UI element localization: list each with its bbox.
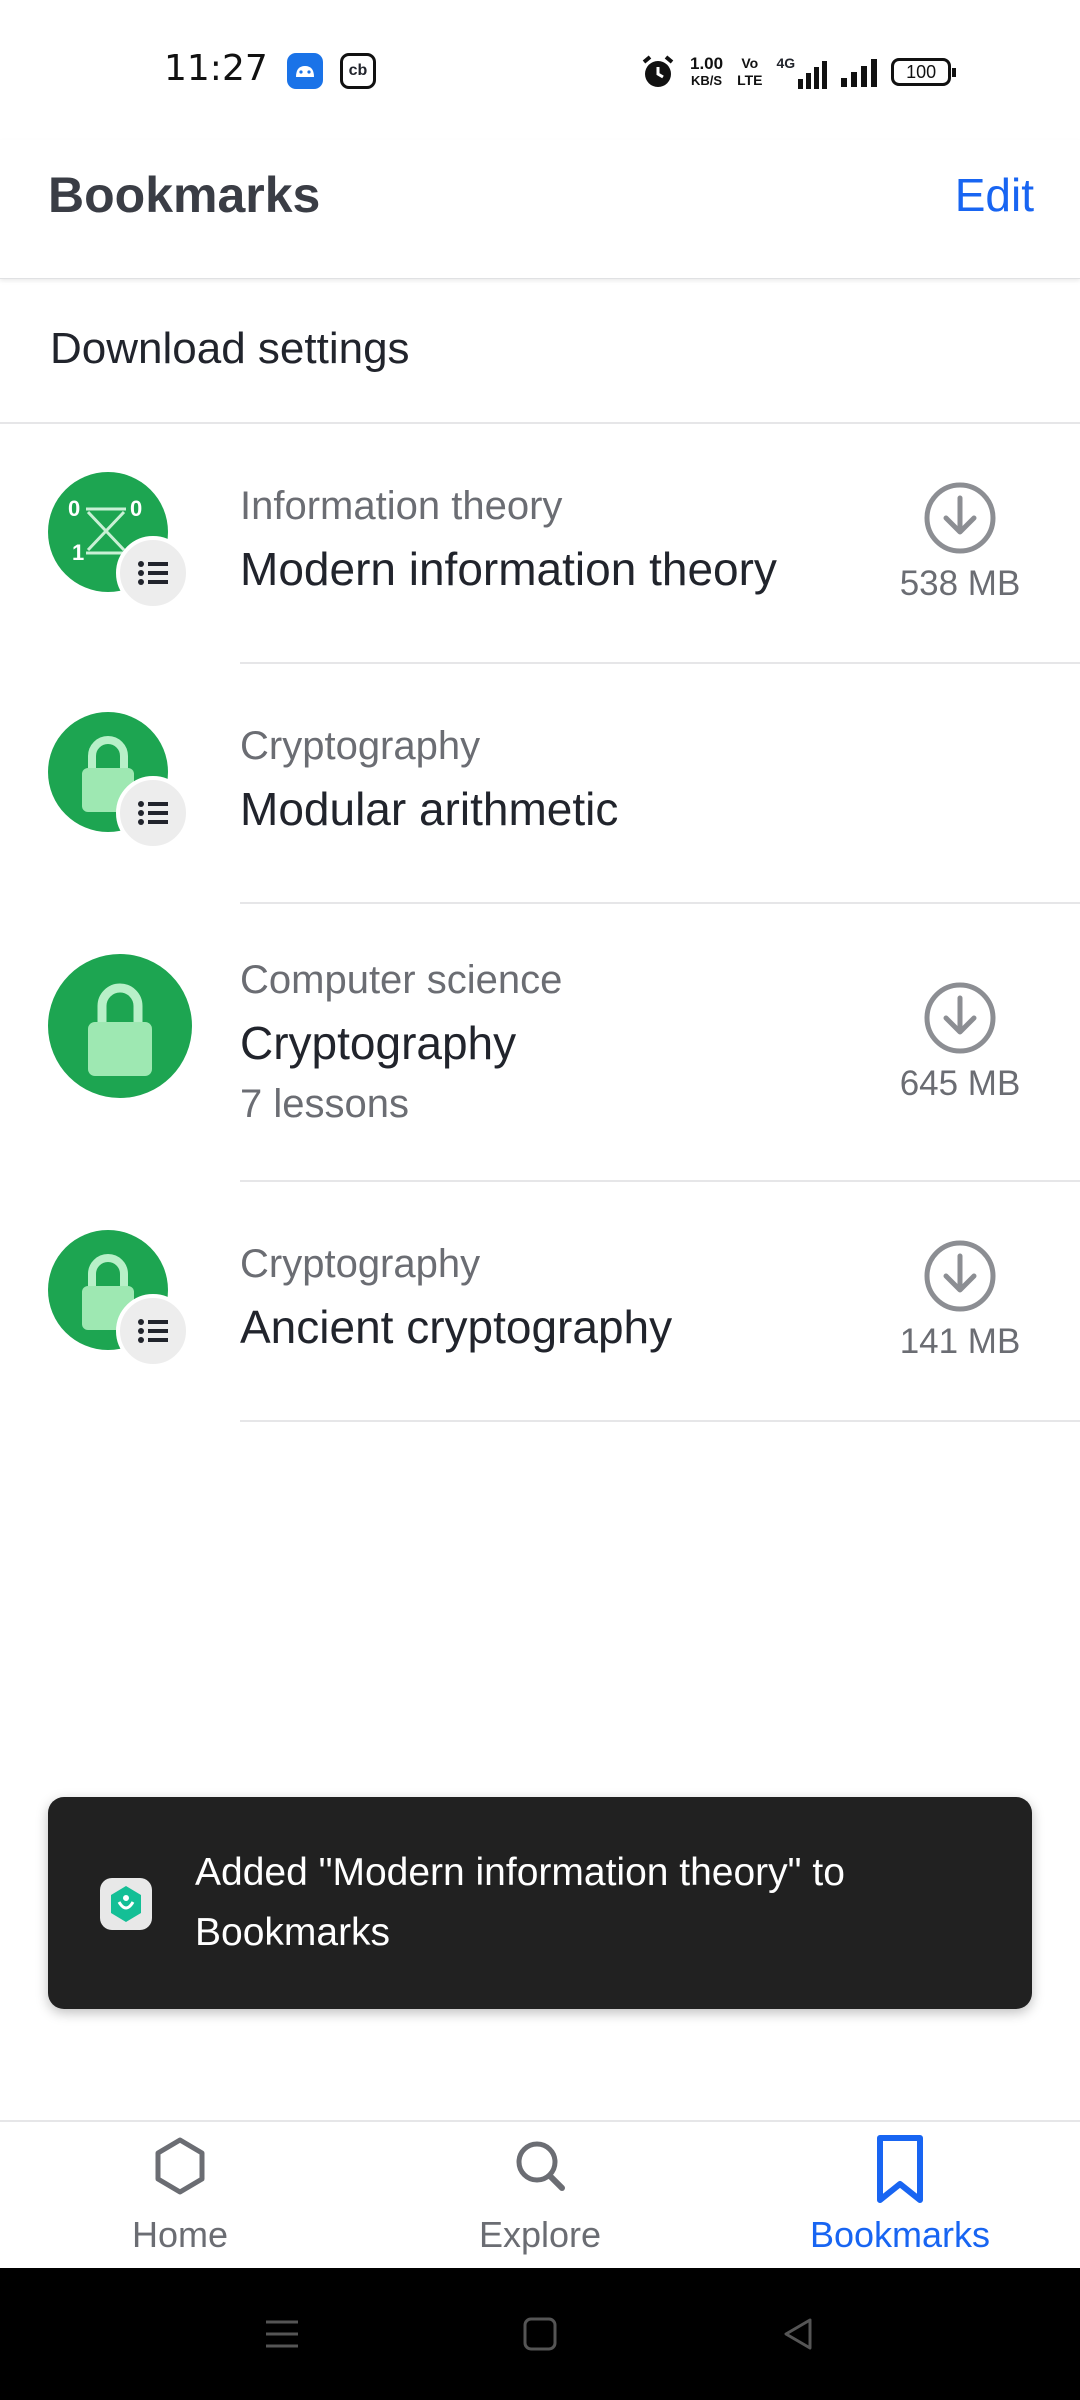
- mobile-data-icon: 4G: [777, 55, 828, 89]
- nav-explore[interactable]: Explore: [360, 2122, 720, 2270]
- search-icon: [516, 2141, 565, 2191]
- svg-text:0: 0: [68, 496, 80, 521]
- nav-bookmarks[interactable]: Bookmarks: [720, 2122, 1080, 2270]
- snackbar-message: Added "Modern information theory" to Boo…: [195, 1851, 845, 1954]
- download-icon: [924, 1240, 996, 1312]
- back-icon[interactable]: [778, 2314, 818, 2354]
- page-title: Bookmarks: [48, 167, 321, 223]
- status-icons: 1.00 KB/S Vo LTE 4G 100: [640, 50, 957, 94]
- net-speed: 1.00 KB/S: [690, 55, 723, 89]
- edit-button[interactable]: Edit: [955, 168, 1034, 222]
- khan-academy-logo-icon: [100, 1878, 152, 1930]
- download-icon: [924, 482, 996, 554]
- item-title: Cryptography: [240, 1017, 517, 1069]
- download-size: 141 MB: [899, 1322, 1021, 1361]
- download-size: 645 MB: [899, 1064, 1021, 1103]
- signal-icon: [841, 57, 878, 87]
- nav-bookmarks-label: Bookmarks: [809, 2214, 991, 2255]
- item-title: Ancient cryptography: [240, 1301, 673, 1353]
- list-item[interactable]: 0 0 1 Information theory Modern informat…: [0, 424, 1080, 664]
- status-bar: 11:27 cb 1.00 KB/S Vo LTE 4G 100: [0, 0, 1080, 140]
- divider: [240, 1420, 1080, 1422]
- bookmark-icon: [877, 2135, 923, 2203]
- list-badge-icon: [116, 1294, 190, 1368]
- nav-explore-label: Explore: [478, 2214, 602, 2255]
- list-badge-icon: [116, 776, 190, 850]
- item-subtitle: Information theory: [240, 484, 563, 528]
- battery-icon: 100: [891, 58, 957, 86]
- menu-icon[interactable]: [262, 2314, 302, 2354]
- nav-home[interactable]: Home: [0, 2122, 360, 2270]
- download-button[interactable]: 645 MB: [880, 980, 1040, 1104]
- android-notification-icon: [287, 53, 323, 89]
- status-time: 11:27: [164, 48, 268, 89]
- download-button[interactable]: 538 MB: [880, 480, 1040, 604]
- list-item[interactable]: Cryptography Modular arithmetic: [0, 664, 1080, 904]
- alarm-icon: [642, 55, 674, 87]
- bottom-nav: Home Explore Bookmarks: [0, 2120, 1080, 2270]
- item-subtitle: Computer science: [240, 958, 563, 1002]
- list-item[interactable]: Computer science Cryptography 7 lessons …: [0, 904, 1080, 1182]
- app-notification-icon: cb: [340, 53, 376, 89]
- nav-home-label: Home: [131, 2214, 229, 2255]
- item-lesson-count: 7 lessons: [240, 1082, 409, 1126]
- item-subtitle: Cryptography: [240, 724, 481, 768]
- snackbar: Added "Modern information theory" to Boo…: [48, 1797, 1032, 2009]
- item-title: Modular arithmetic: [240, 783, 619, 835]
- padlock-icon: [48, 954, 192, 1098]
- list-item[interactable]: Cryptography Ancient cryptography 141 MB: [0, 1182, 1080, 1422]
- download-button[interactable]: 141 MB: [880, 1238, 1040, 1362]
- download-settings-row[interactable]: Download settings: [0, 280, 1080, 424]
- net-speed-value: 1.00: [690, 54, 724, 73]
- svg-text:1: 1: [72, 540, 84, 565]
- volte-indicator: Vo LTE: [737, 55, 763, 88]
- item-subtitle: Cryptography: [240, 1242, 481, 1286]
- download-settings-label: Download settings: [50, 324, 410, 373]
- hexagon-home-icon: [155, 2137, 205, 2195]
- download-icon: [924, 982, 996, 1054]
- item-title: Modern information theory: [240, 543, 777, 595]
- network-type: 4G: [776, 55, 796, 71]
- svg-text:0: 0: [130, 496, 142, 521]
- app-header: Bookmarks Edit: [0, 140, 1080, 279]
- net-speed-unit: KB/S: [691, 73, 723, 88]
- system-nav-bar: [0, 2268, 1080, 2400]
- list-badge-icon: [116, 536, 190, 610]
- download-size: 538 MB: [899, 564, 1021, 603]
- home-square-icon[interactable]: [520, 2314, 560, 2354]
